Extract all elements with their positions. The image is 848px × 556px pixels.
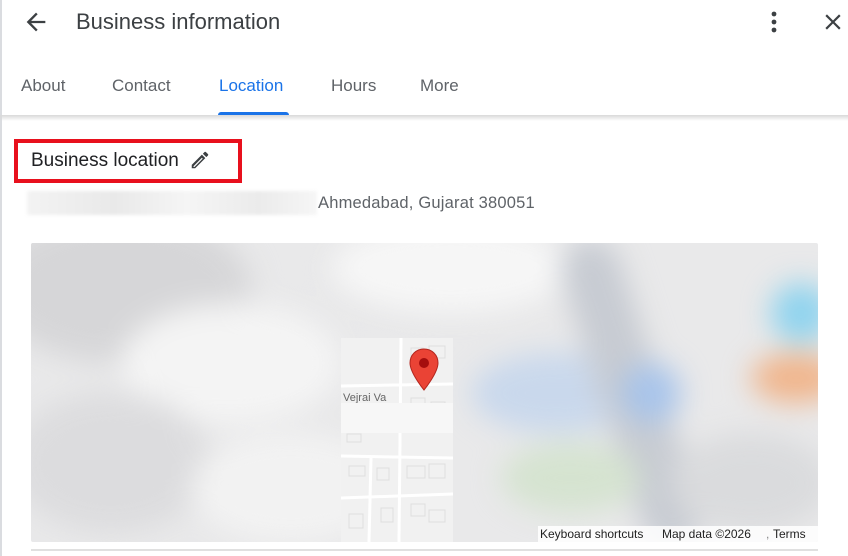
map-data-credit: Map data ©2026: [662, 527, 751, 541]
tab-contact[interactable]: Contact: [112, 75, 171, 97]
tab-location[interactable]: Location: [219, 75, 283, 97]
location-pin-icon: [409, 348, 439, 391]
back-button[interactable]: [22, 8, 50, 36]
terms-link[interactable]: Terms: [773, 526, 806, 542]
arrow-left-icon: [26, 12, 46, 32]
tab-about[interactable]: About: [21, 75, 65, 97]
map-attribution-bar: Keyboard shortcuts Map data ©2026 , Term…: [538, 526, 818, 542]
business-location-heading: Business location: [31, 150, 179, 171]
map-marker[interactable]: [407, 347, 441, 393]
redacted-address-line: [27, 191, 317, 215]
business-address: Ahmedabad, Gujarat 380051: [318, 194, 535, 212]
more-vertical-icon: [771, 11, 777, 33]
edit-location-button[interactable]: [189, 149, 211, 171]
close-button[interactable]: [820, 8, 846, 36]
page-title: Business information: [76, 9, 281, 34]
section-divider: [31, 549, 818, 551]
header-bar: Business information: [0, 0, 848, 44]
close-icon: [825, 14, 841, 30]
tab-bar: About Contact Location Hours More: [0, 58, 848, 116]
tab-bar-divider: [0, 115, 848, 121]
tab-hours[interactable]: Hours: [331, 75, 376, 97]
more-options-button[interactable]: [762, 8, 786, 36]
pencil-icon: [191, 151, 209, 169]
tab-more[interactable]: More: [420, 75, 459, 97]
location-map[interactable]: Vejrai Va Keyboard shortcuts Map data ©2…: [31, 243, 818, 542]
footer-separator: ,: [766, 527, 770, 541]
keyboard-shortcuts-link[interactable]: Keyboard shortcuts: [540, 526, 643, 542]
redacted-map-label: [341, 403, 453, 433]
